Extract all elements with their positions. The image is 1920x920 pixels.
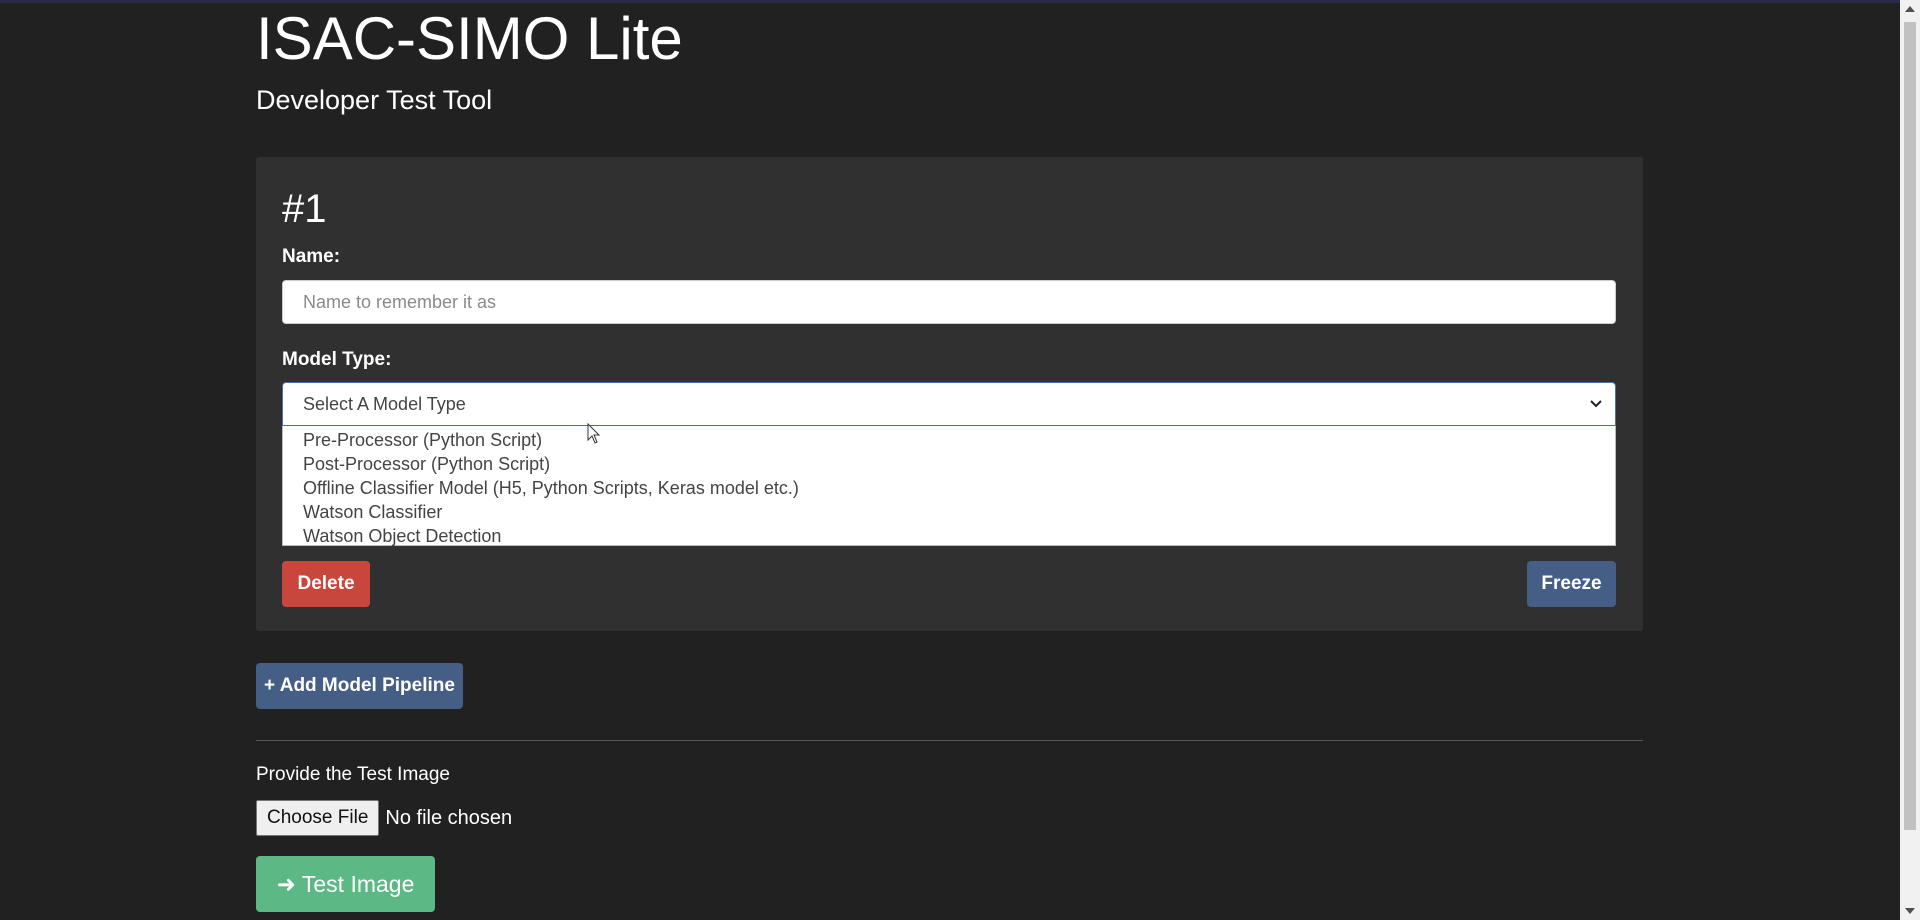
name-input[interactable] xyxy=(282,280,1616,324)
page-title: ISAC-SIMO Lite xyxy=(256,5,683,72)
scroll-down-arrow-icon[interactable] xyxy=(1905,908,1915,914)
scrollbar-thumb[interactable] xyxy=(1904,22,1916,830)
model-type-option-offline-classifier[interactable]: Offline Classifier Model (H5, Python Scr… xyxy=(283,476,1615,500)
model-type-label: Model Type: xyxy=(282,349,392,370)
test-image-label: Provide the Test Image xyxy=(256,764,450,785)
model-type-option-watson-object-detection[interactable]: Watson Object Detection xyxy=(283,524,1615,548)
model-type-option-post-processor[interactable]: Post-Processor (Python Script) xyxy=(283,452,1615,476)
file-input: Choose File No file chosen xyxy=(256,800,512,836)
mouse-cursor-icon xyxy=(587,423,601,444)
model-type-dropdown: Pre-Processor (Python Script) Post-Proce… xyxy=(282,426,1616,546)
choose-file-button[interactable]: Choose File xyxy=(256,800,380,836)
section-divider xyxy=(256,740,1643,741)
file-status-text: No file chosen xyxy=(385,806,513,829)
add-model-pipeline-button[interactable]: + Add Model Pipeline xyxy=(256,663,463,709)
page-subtitle: Developer Test Tool xyxy=(256,85,493,115)
scroll-up-arrow-icon[interactable] xyxy=(1905,6,1915,12)
vertical-scrollbar[interactable] xyxy=(1900,0,1920,920)
model-type-selected-value: Select A Model Type xyxy=(303,394,466,414)
chevron-down-icon xyxy=(1590,400,1602,408)
delete-button[interactable]: Delete xyxy=(282,561,370,607)
test-image-button[interactable]: ➜ Test Image xyxy=(256,856,435,912)
pipeline-number: #1 xyxy=(282,187,327,231)
model-pipeline-card: #1 Name: Model Type: Select A Model Type… xyxy=(256,157,1643,631)
model-type-select[interactable]: Select A Model Type xyxy=(282,382,1616,426)
name-label: Name: xyxy=(282,246,341,267)
model-type-option-watson-classifier[interactable]: Watson Classifier xyxy=(283,500,1615,524)
freeze-button[interactable]: Freeze xyxy=(1527,561,1616,607)
model-type-option-pre-processor[interactable]: Pre-Processor (Python Script) xyxy=(283,428,1615,452)
window-top-border xyxy=(0,0,1920,3)
